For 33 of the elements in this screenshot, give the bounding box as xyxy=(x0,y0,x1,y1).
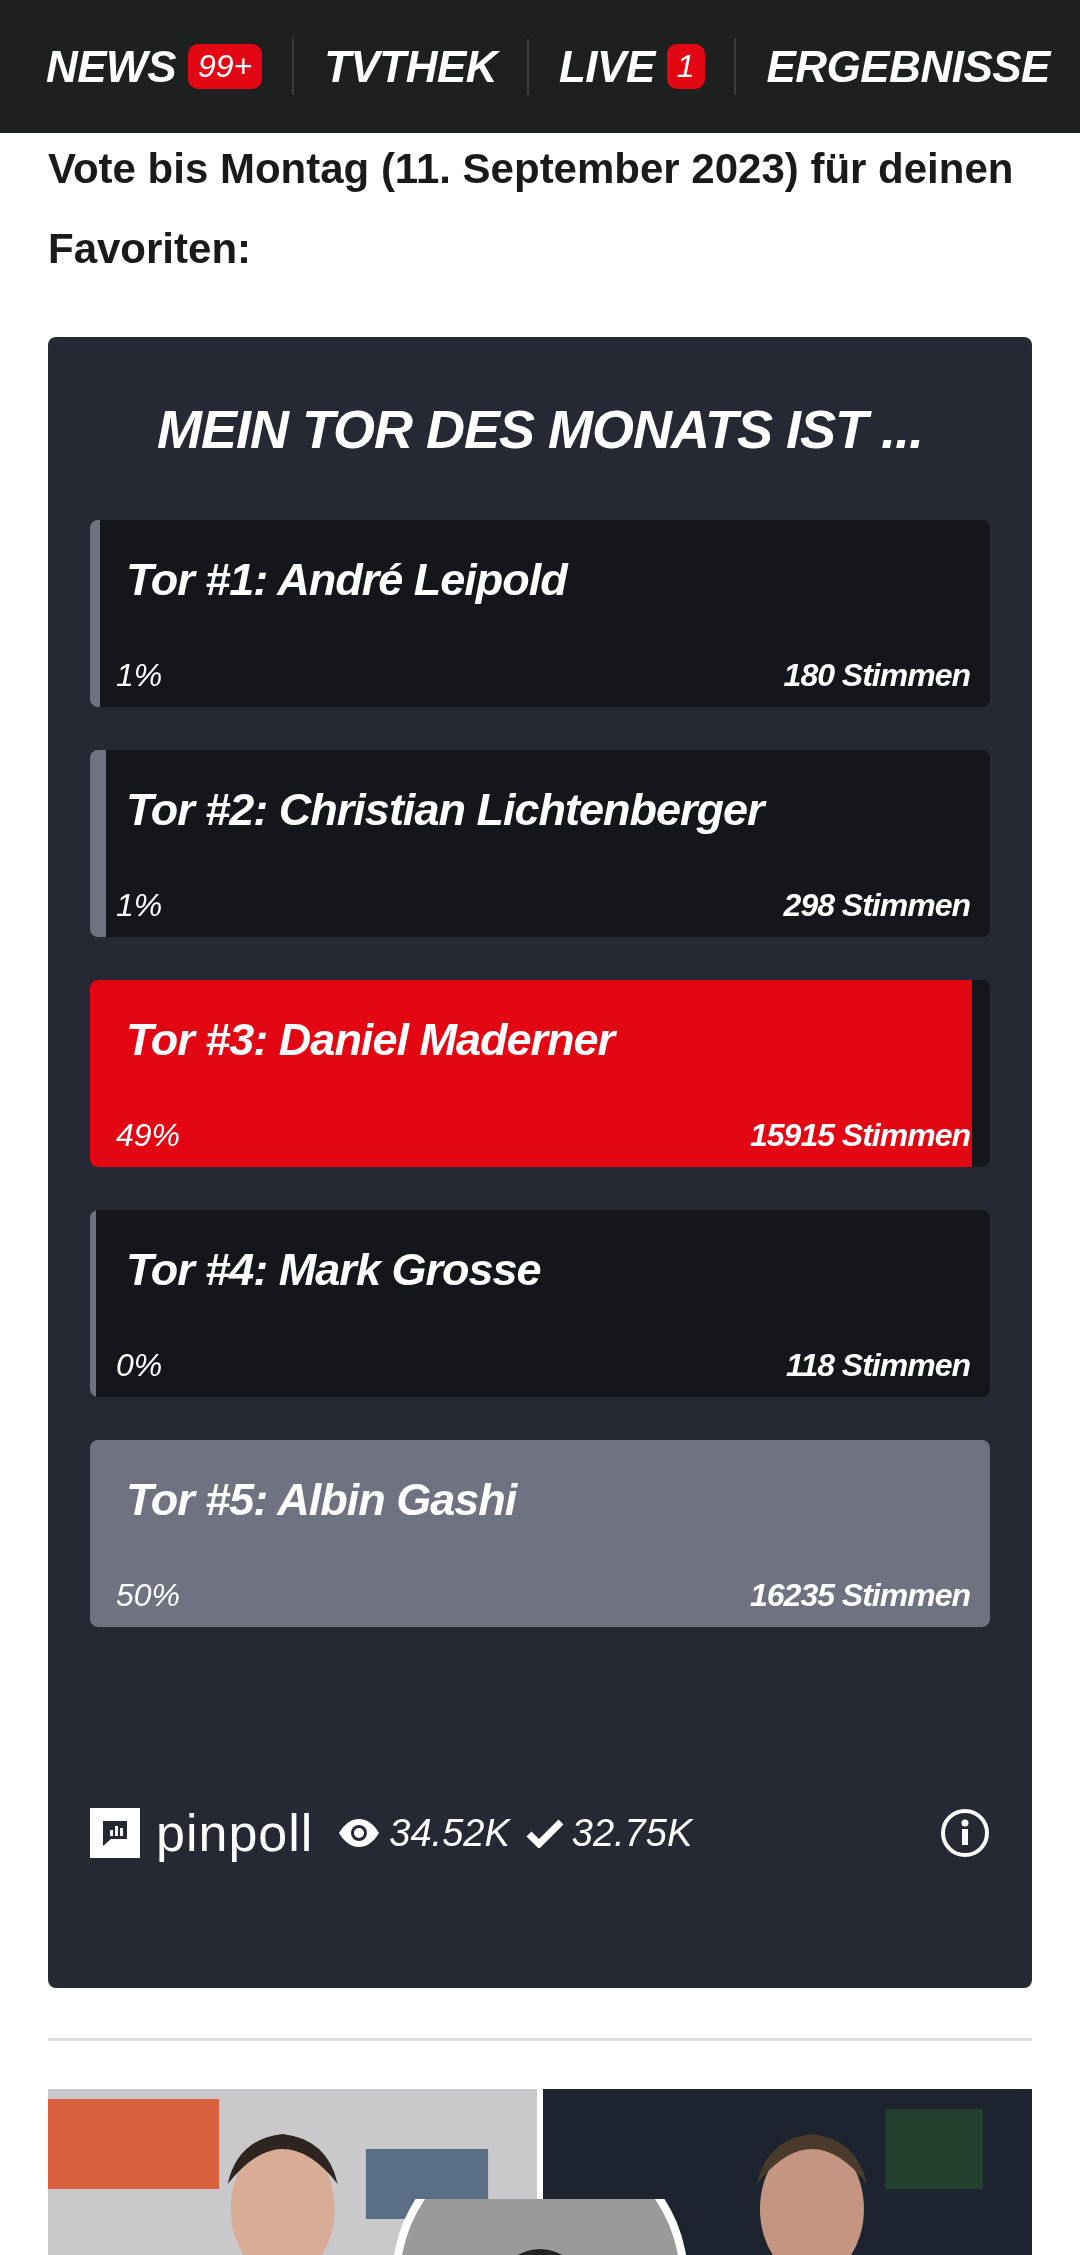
view-count: 34.52K xyxy=(389,1810,510,1856)
pinpoll-logo[interactable]: pinpoll xyxy=(156,1807,314,1860)
poll-option[interactable]: Tor #5: Albin Gashi 50% 16235 Stimmen xyxy=(90,1439,990,1627)
vote-count: 180 Stimmen xyxy=(783,656,970,696)
percentage: 49% xyxy=(116,1116,181,1156)
vote-count: 32.75K xyxy=(571,1810,693,1856)
eye-icon xyxy=(337,1818,382,1849)
option-label: Tor #5: Albin Gashi xyxy=(126,1472,517,1527)
vote-count: 118 Stimmen xyxy=(785,1346,970,1386)
info-icon[interactable] xyxy=(940,1808,990,1859)
percentage: 0% xyxy=(116,1346,163,1386)
percentage: 1% xyxy=(116,656,163,696)
vote-count: 15915 Stimmen xyxy=(750,1116,970,1156)
poll-option[interactable]: Tor #2: Christian Lichtenberger 1% 298 Stimmen xyxy=(90,749,990,937)
poll-title: MEIN TOR DES MONATS IST ... xyxy=(155,398,924,461)
count-badge: 99+ xyxy=(188,43,263,90)
percentage: 1% xyxy=(116,886,163,926)
poll-option[interactable]: Tor #3: Daniel Maderner 49% 15915 Stimmen xyxy=(90,979,990,1167)
pinpoll-logo-icon xyxy=(90,1808,140,1859)
nav-link[interactable]: TVTHEK xyxy=(324,33,498,100)
option-label: Tor #1: André Leipold xyxy=(126,552,567,607)
option-label: Tor #4: Mark Grosse xyxy=(126,1242,541,1297)
poll-option[interactable]: Tor #4: Mark Grosse 0% 118 Stimmen xyxy=(90,1209,990,1397)
percentage: 50% xyxy=(116,1576,181,1616)
nav-link[interactable]: LIVE xyxy=(558,33,655,100)
intro-text: Vote bis Montag (11. September 2023) für deinen Favoriten: xyxy=(47,144,1015,274)
check-icon xyxy=(525,1818,564,1849)
count-badge: 1 xyxy=(666,43,705,90)
nav-link[interactable]: ERGEBNISSE xyxy=(766,33,1050,100)
vote-count: 16235 Stimmen xyxy=(750,1576,970,1616)
nav-link[interactable]: NEWS xyxy=(46,33,176,100)
poll-option[interactable]: Tor #1: André Leipold 1% 180 Stimmen xyxy=(90,519,990,707)
vote-count: 298 Stimmen xyxy=(783,886,970,926)
